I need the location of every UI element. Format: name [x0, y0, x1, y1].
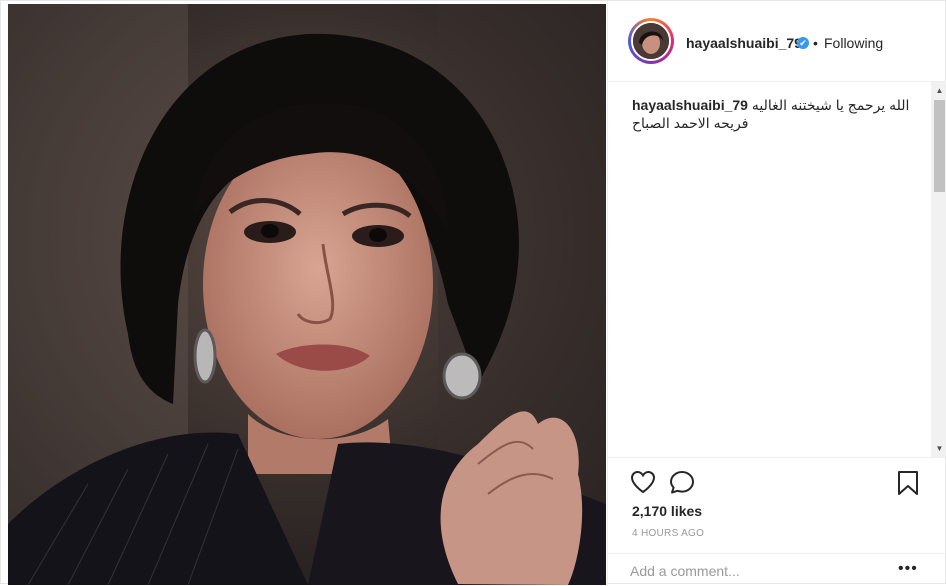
scroll-up-arrow-icon[interactable]: ▲ — [931, 82, 946, 99]
more-options-icon[interactable]: ••• — [898, 561, 918, 577]
post-header: hayaalshuaibi_79 ✔ • Following — [608, 1, 946, 82]
likes-count[interactable]: 2,170 likes — [632, 503, 702, 519]
comment-button[interactable] — [669, 470, 695, 499]
avatar-image — [633, 23, 669, 59]
post-caption: hayaalshuaibi_79 الله يرحمج يا شيختنه ال… — [632, 96, 910, 132]
heart-icon — [630, 470, 656, 494]
like-button[interactable] — [630, 470, 656, 499]
post-username[interactable]: hayaalshuaibi_79 — [686, 35, 802, 51]
post-sidebar: hayaalshuaibi_79 ✔ • Following hayaalshu… — [607, 1, 946, 585]
comment-bubble-icon — [670, 471, 694, 494]
scrollbar-thumb[interactable] — [934, 100, 945, 192]
verified-badge-icon: ✔ — [797, 37, 809, 49]
caption-username[interactable]: hayaalshuaibi_79 — [632, 97, 748, 113]
scroll-down-arrow-icon[interactable]: ▼ — [931, 440, 946, 457]
post-photo[interactable] — [8, 4, 606, 585]
post-timestamp[interactable]: 4 HOURS AGO — [632, 528, 704, 539]
bookmark-icon — [898, 471, 918, 495]
add-comment-bar: ••• — [608, 553, 946, 586]
post-actions: 2,170 likes 4 HOURS AGO ••• — [608, 457, 946, 585]
following-button[interactable]: Following — [824, 35, 883, 51]
comments-area[interactable]: hayaalshuaibi_79 الله يرحمج يا شيختنه ال… — [608, 82, 946, 457]
save-button[interactable] — [896, 470, 920, 501]
story-ring[interactable] — [628, 18, 674, 64]
header-separator: • — [813, 35, 818, 51]
comment-input[interactable] — [630, 563, 890, 579]
avatar[interactable] — [631, 21, 671, 61]
portrait-image — [8, 4, 606, 585]
instagram-post: hayaalshuaibi_79 ✔ • Following hayaalshu… — [0, 0, 946, 585]
comments-scrollbar[interactable]: ▲ ▼ — [931, 82, 946, 457]
